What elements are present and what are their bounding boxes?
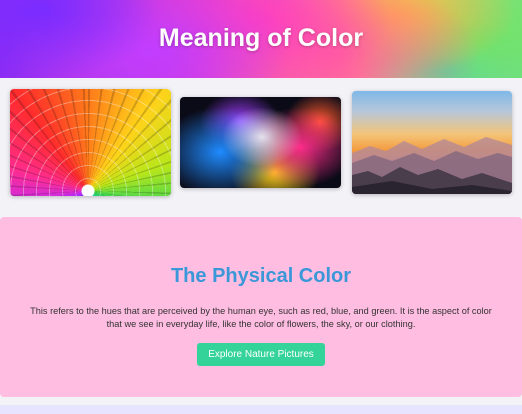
next-section-edge [0, 405, 522, 414]
color-powder-explosion-image [180, 97, 341, 188]
physical-color-section: The Physical Color This refers to the hu… [0, 217, 522, 397]
section-description-line-2: that we see in everyday life, like the c… [106, 319, 416, 329]
section-description-line-1: This refers to the hues that are perceiv… [30, 306, 492, 316]
hero-banner: Meaning of Color [0, 0, 522, 78]
color-wheel-image [10, 89, 171, 196]
mountain-silhouette [352, 137, 512, 194]
section-description: This refers to the hues that are perceiv… [10, 305, 512, 331]
section-title: The Physical Color [170, 265, 352, 287]
page-title: Meaning of Color [158, 24, 364, 52]
explore-nature-pictures-button[interactable]: Explore Nature Pictures [197, 343, 325, 366]
mountain-sunset-image [352, 91, 512, 194]
